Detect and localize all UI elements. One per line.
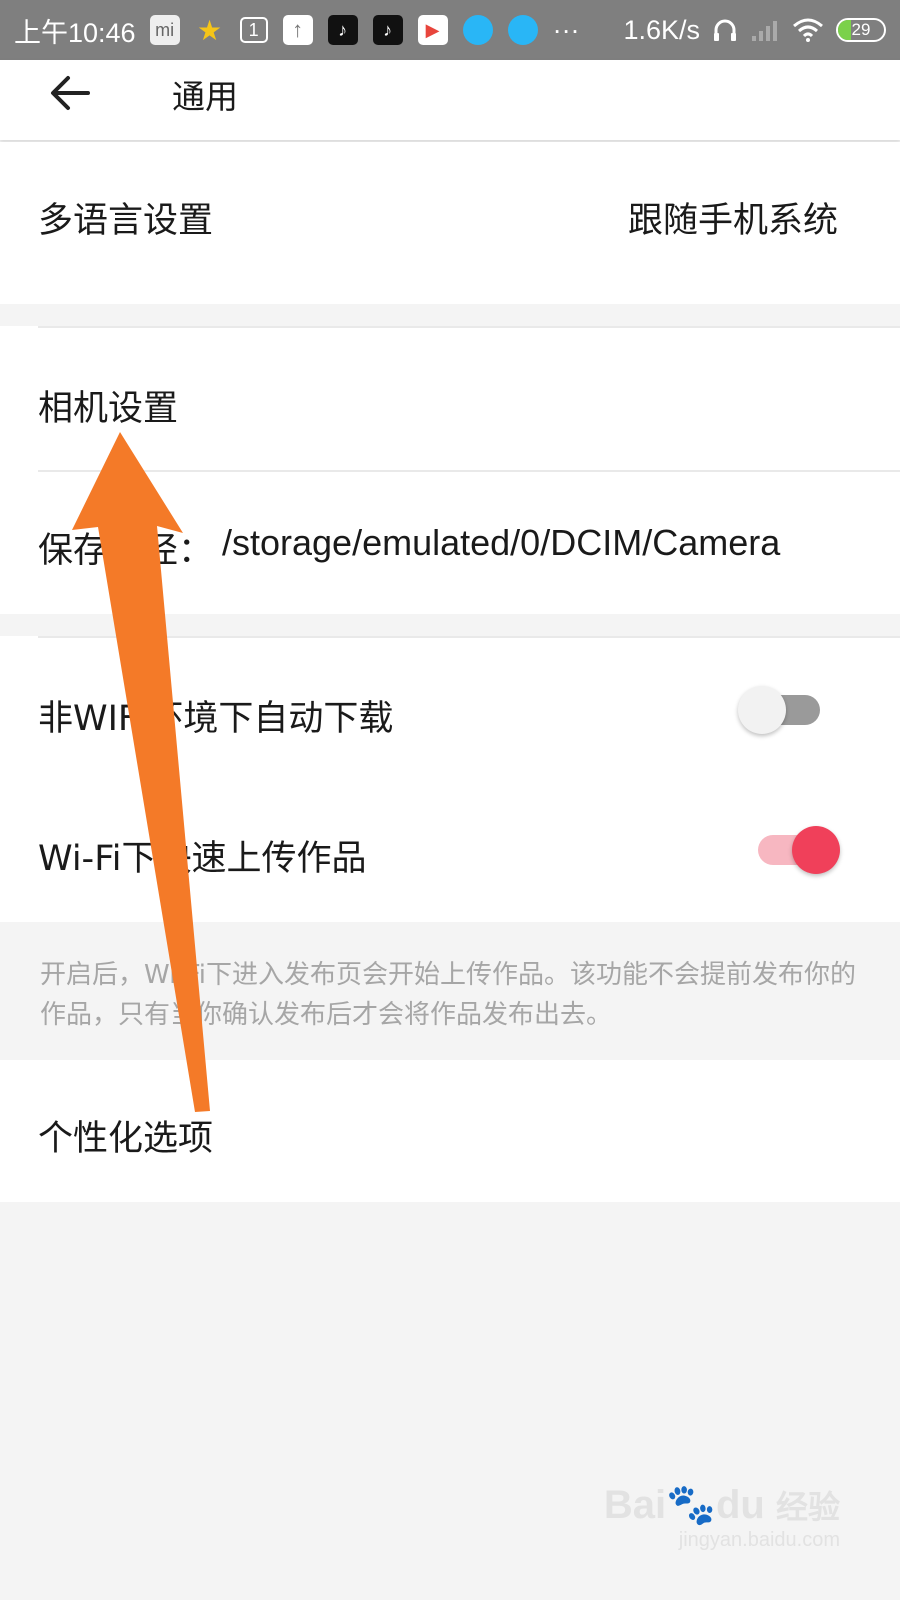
camera-section: 相机设置 保存路径： /storage/emulated/0/DCIM/Came… xyxy=(0,326,900,614)
divider xyxy=(38,326,900,328)
play-store-icon: ▶ xyxy=(417,15,448,45)
language-value: 跟随手机系统 xyxy=(627,201,838,241)
save-path-label: 保存路径： xyxy=(38,531,214,571)
back-arrow-icon[interactable] xyxy=(46,68,96,118)
page-title: 通用 xyxy=(172,77,238,116)
wifi-upload-toggle[interactable] xyxy=(758,826,840,874)
watermark-url: jingyan.baidu.com xyxy=(678,1529,840,1551)
wifi-icon xyxy=(793,18,823,42)
blue-app-icon xyxy=(462,15,493,45)
camera-settings-label: 相机设置 xyxy=(38,389,179,429)
more-dots: ··· xyxy=(552,14,580,45)
tiktok-icon: ♪ xyxy=(372,15,403,45)
headphone-icon xyxy=(714,19,736,41)
app-header: 通用 xyxy=(0,60,900,140)
blue-app-icon xyxy=(507,15,538,45)
watermark-brand-2: du xyxy=(715,1483,765,1527)
upload-icon: ↑ xyxy=(282,15,313,45)
wifi-upload-row: Wi-Fi下快速上传作品 xyxy=(0,780,900,922)
watermark-brand-cn: 经验 xyxy=(775,1488,840,1526)
tiktok-icon: ♪ xyxy=(327,15,358,45)
network-speed: 1.6K/s xyxy=(623,14,700,45)
personalize-row[interactable]: 个性化选项 xyxy=(0,1060,900,1202)
download-section: 非WIFI环境下自动下载 Wi-Fi下快速上传作品 xyxy=(0,636,900,922)
star-app-icon: ★ xyxy=(197,14,223,46)
watermark-brand: Bai xyxy=(603,1483,667,1527)
wifi-upload-hint: 开启后，Wi-Fi下进入发布页会开始上传作品。该功能不会提前发布你的作品，只有当… xyxy=(40,960,857,1030)
status-time: 上午10:46 xyxy=(14,17,136,48)
save-path-value: /storage/emulated/0/DCIM/Camera xyxy=(222,522,781,563)
non-wifi-download-row: 非WIFI环境下自动下载 xyxy=(0,638,900,780)
language-label: 多语言设置 xyxy=(38,201,214,241)
personalize-label: 个性化选项 xyxy=(38,1119,214,1159)
calendar-icon: 1 xyxy=(239,17,268,43)
non-wifi-download-label: 非WIFI环境下自动下载 xyxy=(38,699,394,739)
baidu-watermark: Bai🐾du 经验 jingyan.baidu.com xyxy=(604,1483,840,1552)
signal-icon xyxy=(752,21,777,41)
non-wifi-download-toggle[interactable] xyxy=(738,686,820,734)
paw-icon: 🐾 xyxy=(666,1483,716,1527)
battery-icon: 29 xyxy=(836,18,886,42)
save-path-row[interactable]: 保存路径： /storage/emulated/0/DCIM/Camera xyxy=(0,472,900,614)
wifi-upload-label: Wi-Fi下快速上传作品 xyxy=(38,839,367,879)
language-setting-row[interactable]: 多语言设置 跟随手机系统 xyxy=(0,142,900,304)
status-bar: 上午10:46 mi ★ 1 ↑ ♪ ♪ ▶ ··· 1.6K/s 29 xyxy=(0,0,900,60)
battery-level: 29 xyxy=(851,20,871,39)
mi-icon: mi xyxy=(149,15,180,45)
